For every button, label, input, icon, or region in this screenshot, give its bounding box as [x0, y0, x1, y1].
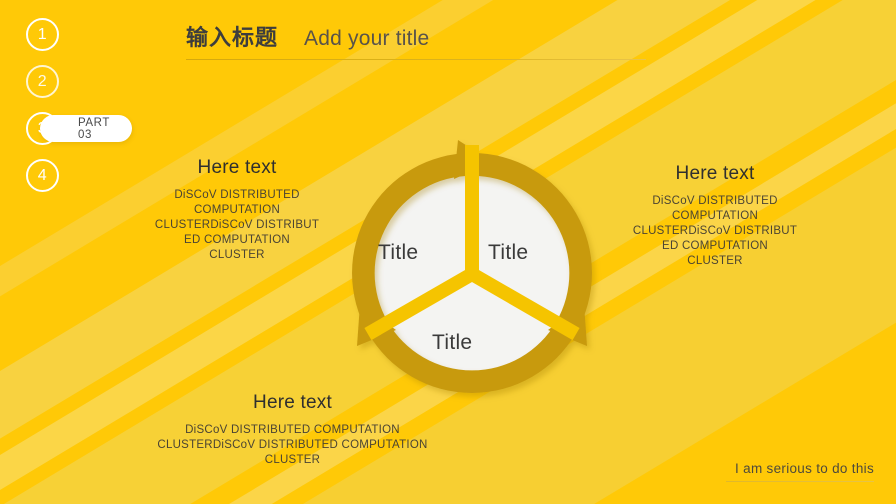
text-line: CLUSTER [264, 454, 321, 466]
footer-note-underline [726, 481, 874, 482]
text-line: ED COMPUTATION [184, 234, 290, 246]
text-block-left: Here text DiSCoV DISTRIBUTED COMPUTATION… [152, 157, 322, 263]
slide-header: 输入标题 Add your title [186, 20, 648, 60]
text-block-right: Here text DiSCoV DISTRIBUTED COMPUTATION… [626, 163, 804, 269]
text-line: DiSCoV DISTRIBUTED [174, 189, 300, 201]
text-line: CLUSTERDiSCoV DISTRIBUT [632, 225, 798, 237]
text-block-bottom-body: DiSCoV DISTRIBUTED COMPUTATION CLUSTERDi… [140, 423, 445, 468]
step-rail: 1 2 PART 03 3 4 [26, 18, 132, 206]
header-row: 输入标题 Add your title [186, 20, 648, 52]
slide-canvas: 1 2 PART 03 3 4 输入标题 Add your title Here… [0, 0, 896, 504]
page-title-cn: 输入标题 [186, 25, 279, 50]
cycle-divider-up [465, 145, 479, 273]
step-number-circle-3[interactable]: 3 [26, 112, 59, 145]
text-block-left-heading: Here text [197, 157, 277, 178]
active-part-label: PART 03 [78, 116, 110, 141]
step-number-label-2: 2 [37, 72, 48, 90]
text-line: DiSCoV DISTRIBUTED COMPUTATION [185, 424, 400, 436]
footer-note: I am serious to do this [726, 461, 874, 482]
step-number-label-4: 4 [37, 166, 48, 184]
text-line: CLUSTERDiSCoV DISTRIBUTED COMPUTATION [157, 439, 428, 451]
cycle-segment-label-right: Title [488, 241, 529, 264]
step-number-circle-1[interactable]: 1 [26, 18, 59, 51]
text-block-right-body: DiSCoV DISTRIBUTED COMPUTATION CLUSTERDi… [626, 194, 804, 269]
cycle-segment-label-bottom: Title [432, 331, 473, 354]
rail-item-3[interactable]: PART 03 3 [26, 112, 132, 159]
footer-note-text: I am serious to do this [735, 461, 874, 476]
step-number-label-1: 1 [37, 25, 48, 43]
rail-item-4[interactable]: 4 [26, 159, 86, 206]
text-line: CLUSTER [209, 249, 265, 261]
text-line: DiSCoV DISTRIBUTED [652, 195, 778, 207]
text-line: COMPUTATION [671, 210, 758, 222]
cycle-diagram: Title Title Title [332, 131, 612, 411]
cycle-diagram-graphic [352, 140, 592, 393]
step-number-circle-2[interactable]: 2 [26, 65, 59, 98]
title-underline [186, 59, 646, 60]
text-block-left-body: DiSCoV DISTRIBUTED COMPUTATION CLUSTERDi… [152, 188, 322, 263]
rail-item-2[interactable]: 2 [26, 65, 86, 112]
text-line: COMPUTATION [193, 204, 280, 216]
cycle-segment-label-left: Title [378, 241, 419, 264]
step-number-circle-4[interactable]: 4 [26, 159, 59, 192]
text-line: CLUSTER [687, 255, 743, 267]
page-title-en: Add your title [304, 27, 430, 50]
step-number-label-3: 3 [37, 119, 48, 137]
rail-item-1[interactable]: 1 [26, 18, 86, 65]
text-line: CLUSTERDiSCoV DISTRIBUT [154, 219, 320, 231]
text-line: ED COMPUTATION [662, 240, 768, 252]
text-block-right-heading: Here text [675, 163, 755, 184]
